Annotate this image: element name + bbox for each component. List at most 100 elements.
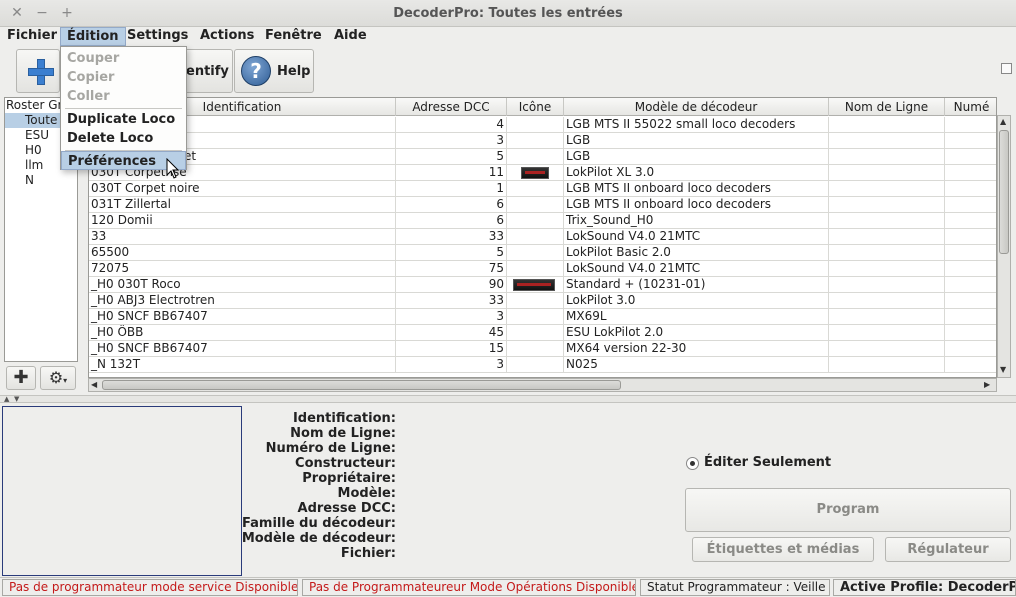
column-road-name[interactable]: Nom de Ligne [829,98,945,116]
menu-item-delete-loco[interactable]: Delete Loco [61,129,186,148]
cell-icon [507,181,564,197]
program-button[interactable]: Program [685,488,1011,532]
cell-dcc-address: 45 [396,325,507,341]
detail-label: Identification: [292,411,396,426]
cell-decoder-model: LokSound V4.0 21MTC [564,261,829,277]
table-row[interactable]: _H0 ÖBB 45 ESU LokPilot 2.0 [89,325,996,341]
cell-identification: _H0 ÖBB [89,325,396,341]
detail-label: Modèle: [337,486,396,501]
table-row[interactable]: 030T Corpet noire 1 LGB MTS II onboard loc… [89,181,996,197]
table-row[interactable]: 030T Corpetnse 11 LokPilot XL 3.0 [89,165,996,181]
help-icon: ? [241,56,271,86]
new-loco-button[interactable] [16,49,60,93]
roster-group-item[interactable]: N [25,173,34,188]
scroll-down-icon[interactable]: ▼ [1000,364,1006,376]
add-group-button[interactable]: ✚ [6,366,36,390]
roster-group-item[interactable]: ESU [25,128,49,143]
column-icon[interactable]: Icône [507,98,564,116]
column-dcc-address[interactable]: Adresse DCC [396,98,507,116]
cell-decoder-model: LokSound V4.0 21MTC [564,229,829,245]
roster-table[interactable]: Identification Adresse DCC Icône Modèle … [88,97,997,378]
table-row[interactable]: 3 LGB [89,133,996,149]
table-row[interactable]: 65500 5 LokPilot Basic 2.0 [89,245,996,261]
menu-settings[interactable]: Settings [121,27,194,46]
toolbar-toggle[interactable] [1001,63,1012,74]
cell-road-name [829,149,945,165]
table-horizontal-scrollbar[interactable]: ◀ ▶ [88,378,997,392]
cell-icon [507,261,564,277]
labels-media-button[interactable]: Étiquettes et médias [692,537,874,562]
edit-only-label[interactable]: Éditer Seulement [704,455,831,470]
horizontal-scroll-thumb[interactable] [102,380,621,390]
collapse-up-icon[interactable]: ▲ [4,395,9,403]
cell-dcc-address: 3 [396,309,507,325]
collapse-down-icon[interactable]: ▼ [14,395,19,403]
table-row[interactable]: 33 33 LokSound V4.0 21MTC [89,229,996,245]
scroll-right-icon[interactable]: ▶ [984,379,990,391]
menu-bar: Fichier Édition Settings Actions Fenêtre… [0,27,1016,46]
menu-aide[interactable]: Aide [328,27,373,46]
split-pane-divider[interactable]: ▲ ▼ [0,395,1016,403]
cell-icon [507,293,564,309]
menu-actions[interactable]: Actions [194,27,260,46]
menu-fichier[interactable]: Fichier [1,27,63,46]
cell-decoder-model: LokPilot XL 3.0 [564,165,829,181]
cell-identification: 72075 [89,261,396,277]
scroll-left-icon[interactable]: ◀ [91,379,97,391]
cell-road-name [829,357,945,373]
menu-item-copy[interactable]: Copier [61,68,186,87]
vertical-scroll-thumb[interactable] [999,130,1009,254]
cell-text: 33 [91,229,107,243]
cell-road-number [945,261,996,277]
plus-icon [28,59,54,85]
cell-icon [507,229,564,245]
locomotive-icon [513,279,555,291]
cell-text: 030T Corpet noire [91,181,200,195]
group-settings-button[interactable]: ⚙▾ [40,366,76,390]
menu-fenetre[interactable]: Fenêtre [259,27,328,46]
table-row[interactable]: _H0 SNCF BB67407 3 MX69L [89,309,996,325]
table-row[interactable]: _H0 SNCF BB67407 15 MX64 version 22-30 [89,341,996,357]
cell-dcc-address: 3 [396,357,507,373]
cell-icon [507,309,564,325]
cell-road-number [945,213,996,229]
menu-item-paste[interactable]: Coller [61,87,186,106]
table-row[interactable]: _H0 ABJ3 Electrotren 33 LokPilot 3.0 [89,293,996,309]
menu-item-duplicate-loco[interactable]: Duplicate Loco [61,110,186,129]
cell-decoder-model: Standard + (10231-01) [564,277,829,293]
cell-road-number [945,309,996,325]
cell-text: _N 132T [91,357,141,371]
scroll-up-icon[interactable]: ▲ [1000,116,1006,128]
cell-icon [507,245,564,261]
table-row[interactable]: 4 LGB MTS II 55022 small loco decoders [89,117,996,133]
detail-label: Numéro de Ligne: [265,441,396,456]
menu-edition[interactable]: Édition [60,27,126,46]
gear-icon: ⚙ [48,368,64,387]
table-row[interactable]: 031T Zillertal 6 LGB MTS II onboard loco d… [89,197,996,213]
menu-item-cut[interactable]: Couper [61,49,186,68]
cell-dcc-address: 4 [396,117,507,133]
edit-only-radio[interactable] [686,457,699,470]
table-row[interactable]: 120 Domii 6 Trix_Sound_H0 [89,213,996,229]
cell-identification: 030T Corpet noire [89,181,396,197]
cell-icon [507,197,564,213]
cell-decoder-model: MX69L [564,309,829,325]
roster-group-item[interactable]: llm [25,158,43,173]
roster-group-item[interactable]: H0 [25,143,42,158]
cell-road-name [829,229,945,245]
detail-label: Constructeur: [295,456,396,471]
column-decoder-model[interactable]: Modèle de décodeur [564,98,829,116]
table-row[interactable]: _H0 030T Roco 90 Standard + (10231-01) [89,277,996,293]
table-row[interactable]: _N 132T 3 N025 [89,357,996,373]
cell-decoder-model: Trix_Sound_H0 [564,213,829,229]
table-row[interactable]: et 5 LGB [89,149,996,165]
throttle-button[interactable]: Régulateur [885,537,1011,562]
cell-icon [507,133,564,149]
help-button[interactable]: ? Help [234,49,314,93]
column-road-number[interactable]: Numé [945,98,996,116]
chevron-down-icon: ▾ [63,376,68,385]
edit-menu-dropdown: Couper Copier Coller Duplicate Loco Dele… [60,46,187,170]
table-row[interactable]: 72075 75 LokSound V4.0 21MTC [89,261,996,277]
table-vertical-scrollbar[interactable]: ▲ ▼ [997,115,1011,378]
cell-text: 120 Domii [91,213,153,227]
